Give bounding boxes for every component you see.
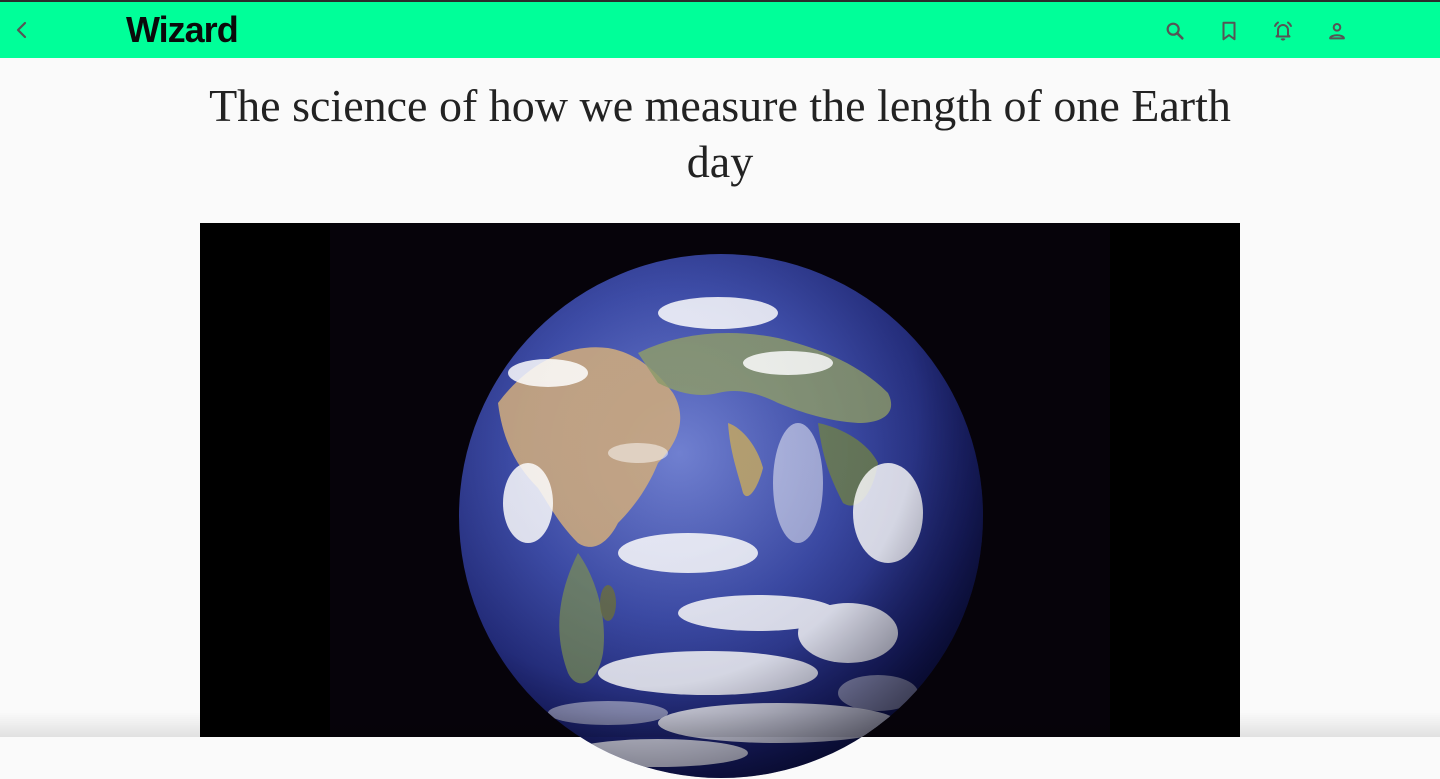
notifications-button[interactable] bbox=[1268, 16, 1298, 46]
back-button[interactable] bbox=[8, 16, 36, 44]
alarm-bell-icon bbox=[1274, 21, 1292, 41]
search-icon bbox=[1166, 22, 1184, 40]
brand-logo[interactable]: Wizard bbox=[126, 10, 239, 50]
article-title: The science of how we measure the length… bbox=[209, 80, 1231, 187]
account-button[interactable] bbox=[1322, 16, 1352, 46]
person-icon bbox=[1329, 23, 1345, 40]
chevron-left-icon bbox=[16, 21, 27, 39]
bookmark-button[interactable] bbox=[1214, 16, 1244, 46]
bookmark-icon bbox=[1222, 21, 1236, 41]
top-app-bar: Wizard bbox=[0, 0, 1440, 58]
header-actions bbox=[1160, 16, 1352, 46]
earth-globe-image bbox=[459, 254, 983, 778]
search-button[interactable] bbox=[1160, 16, 1190, 46]
